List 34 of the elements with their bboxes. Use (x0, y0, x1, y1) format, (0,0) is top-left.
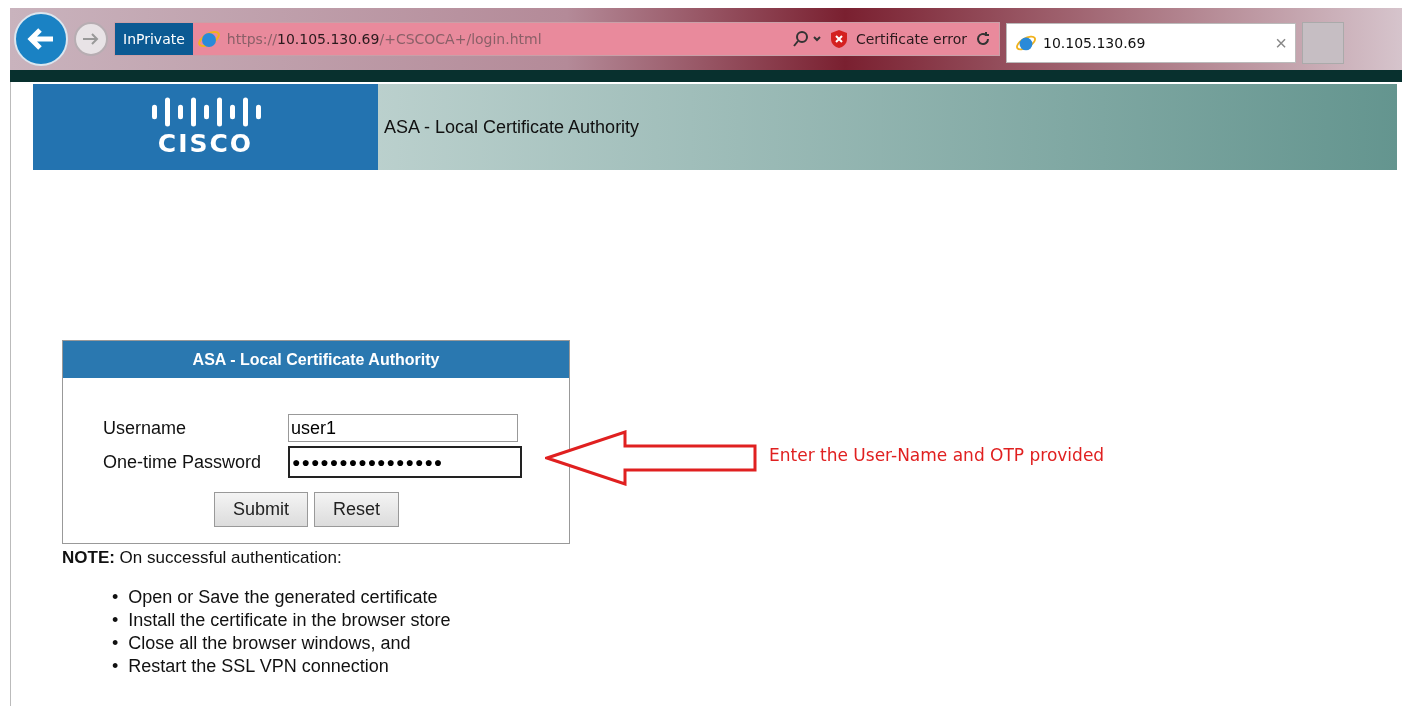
form-button[interactable]: Reset (314, 492, 400, 527)
input-field[interactable]: ●●●●●●●●●●●●●●●● (288, 446, 522, 478)
bullet: • (112, 586, 119, 609)
bullet: • (112, 655, 119, 678)
field-label: One-time Password (103, 451, 263, 473)
certificate-error-text[interactable]: Certificate error (855, 31, 967, 47)
left-arrow-icon (545, 430, 757, 486)
error-shield-icon (829, 29, 848, 49)
field-label: Username (103, 417, 188, 439)
logo-text: CISCO (157, 128, 254, 158)
bullet: • (112, 632, 119, 655)
back-button[interactable] (14, 12, 68, 66)
back-arrow-icon (27, 27, 55, 51)
banner-title: ASA - Local Certificate Authority (384, 116, 640, 138)
callout-text: Enter the User-Name and OTP provided (769, 445, 1105, 465)
refresh-icon[interactable] (975, 31, 991, 47)
bullet: • (112, 609, 119, 632)
list-item: Open or Save the generated certificate (128, 586, 438, 609)
note-text: NOTE: On successful authentication: (62, 548, 343, 568)
logo-bars-icon (149, 96, 262, 127)
inprivate-badge: InPrivate (115, 23, 193, 55)
browser-tab[interactable]: 10.105.130.69 × (1006, 23, 1296, 63)
list-item: Install the certificate in the browser store (128, 609, 451, 632)
address-bar[interactable]: InPrivate https://10.105.130.69/+CSCOCA+/login.html Certificate error (114, 22, 1000, 56)
forward-button[interactable] (74, 22, 108, 56)
card-title: ASA - Local Certificate Authority (63, 341, 569, 378)
search-icon[interactable] (791, 30, 822, 48)
input-field[interactable]: user1 (288, 414, 518, 442)
list-item: Close all the browser windows, and (128, 632, 411, 655)
list-item: Restart the SSL VPN connection (128, 655, 389, 678)
form-button[interactable]: Submit (214, 492, 309, 527)
forward-arrow-icon (82, 32, 100, 46)
url-text: https://10.105.130.69/+CSCOCA+/login.html (226, 31, 543, 47)
close-tab-button[interactable]: × (1275, 31, 1287, 55)
